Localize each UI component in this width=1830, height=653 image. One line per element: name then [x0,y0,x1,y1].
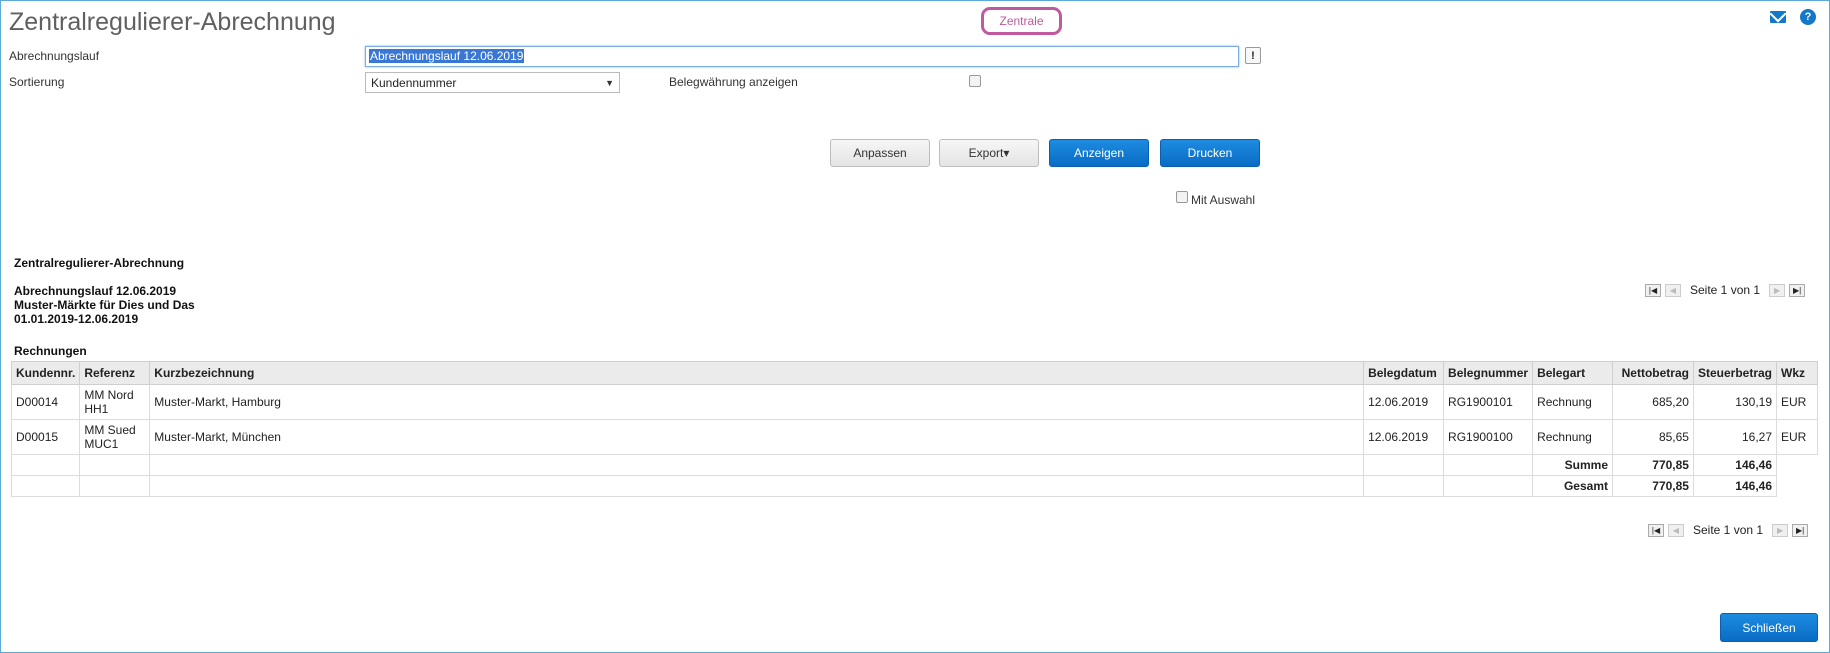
mit-auswahl-checkbox[interactable] [1176,191,1188,203]
report-period: 01.01.2019-12.06.2019 [14,312,139,326]
report-company: Muster-Märkte für Dies und Das [14,298,195,312]
col-kundennr[interactable]: Kundennr. [10,361,81,385]
gesamt-netto: 770,85 [1612,475,1694,497]
cell-empty [1443,454,1534,476]
ref-line: HH1 [84,402,109,416]
cell-empty [1777,476,1818,497]
top-icons: ? [1770,9,1816,25]
page-title: Zentralregulierer-Abrechnung [9,8,336,36]
summe-steuer: 146,46 [1692,454,1778,476]
currency-label: Belegwährung anzeigen [669,75,798,89]
col-belegnummer[interactable]: Belegnummer [1443,361,1534,385]
sort-label: Sortierung [9,75,65,89]
sort-select[interactable]: Kundennummer ▼ [365,72,620,93]
cell-belegdatum: 12.06.2019 [1363,419,1445,455]
col-belegdatum[interactable]: Belegdatum [1363,361,1445,385]
window-frame [0,0,1830,653]
close-button[interactable]: Schließen [1720,613,1818,642]
cell-steuer: 130,19 [1692,384,1778,420]
export-button[interactable]: Export▾ [939,139,1039,167]
cell-empty [1443,475,1534,497]
table-row[interactable]: D00015 MM Sued MUC1 Muster-Markt, München… [10,419,1818,455]
cell-empty [79,475,151,497]
mit-auswahl-label: Mit Auswahl [1191,193,1256,207]
prev-page-icon[interactable]: ◀ [1665,283,1681,297]
cell-empty [1777,455,1818,476]
col-kurzbez[interactable]: Kurzbezeichnung [149,361,1365,385]
col-netto[interactable]: Nettobetrag [1612,361,1694,385]
cell-empty [1363,454,1445,476]
cell-empty [1363,475,1445,497]
first-page-icon[interactable]: |◀ [1645,283,1661,297]
cell-empty [149,475,1365,497]
cell-kurzbez: Muster-Markt, Hamburg [149,384,1365,420]
table-row[interactable]: D00014 MM Nord HH1 Muster-Markt, Hamburg … [10,384,1818,420]
anpassen-button[interactable]: Anpassen [830,139,930,167]
table-header-row: Kundennr. Referenz Kurzbezeichnung Beleg… [10,361,1818,385]
ref-line: MM Sued [84,423,136,437]
chevron-down-icon: ▼ [605,77,614,88]
cell-steuer: 16,27 [1692,419,1778,455]
report-run: Abrechnungslauf 12.06.2019 [14,284,177,298]
prev-page-icon[interactable]: ◀ [1668,523,1684,537]
cell-kundennr: D00014 [10,384,81,420]
report-title: Zentralregulierer-Abrechnung [14,256,185,270]
cell-wkz: EUR [1776,384,1818,420]
summe-netto: 770,85 [1612,454,1694,476]
cell-belegdatum: 12.06.2019 [1363,384,1445,420]
last-page-icon[interactable]: ▶| [1792,523,1809,537]
cell-referenz: MM Nord HH1 [79,384,151,420]
summe-row: Summe 770,85 146,46 [10,454,1818,476]
col-steuer[interactable]: Steuerbetrag [1692,361,1778,385]
last-page-icon[interactable]: ▶| [1789,283,1806,297]
page-info: Seite 1 von 1 [1690,283,1761,297]
cell-belegnummer: RG1900101 [1443,384,1534,420]
cell-belegnummer: RG1900100 [1443,419,1534,455]
col-referenz[interactable]: Referenz [79,361,151,385]
gesamt-label: Gesamt [1532,475,1613,497]
run-label: Abrechnungslauf [9,49,100,63]
cell-wkz: EUR [1776,419,1818,455]
drucken-button[interactable]: Drucken [1160,139,1260,167]
ref-line: MM Nord [84,388,134,402]
cell-belegart: Rechnung [1532,419,1613,455]
cell-empty [79,454,151,476]
cell-netto: 85,65 [1612,419,1694,455]
gesamt-row: Gesamt 770,85 146,46 [10,475,1818,497]
cell-empty [10,475,81,497]
pager-top: |◀ ◀ Seite 1 von 1 ▶ ▶| [1645,283,1806,297]
ref-line: MUC1 [84,437,119,451]
cell-referenz: MM Sued MUC1 [79,419,151,455]
run-input[interactable]: Abrechnungslauf 12.06.2019 [365,46,1239,67]
invoice-table: Kundennr. Referenz Kurzbezeichnung Beleg… [10,361,1818,497]
next-page-icon[interactable]: ▶ [1769,283,1786,297]
first-page-icon[interactable]: |◀ [1648,523,1664,537]
pager-bottom: |◀ ◀ Seite 1 von 1 ▶ ▶| [1648,523,1809,537]
cell-belegart: Rechnung [1532,384,1613,420]
cell-kundennr: D00015 [10,419,81,455]
exclamation-button[interactable]: ! [1245,47,1261,64]
summe-label: Summe [1532,454,1613,476]
anzeigen-button[interactable]: Anzeigen [1049,139,1149,167]
cell-netto: 685,20 [1612,384,1694,420]
currency-checkbox[interactable] [969,75,981,87]
gesamt-steuer: 146,46 [1692,475,1778,497]
sort-select-value: Kundennummer [371,75,457,90]
cell-empty [10,454,81,476]
cell-kurzbez: Muster-Markt, München [149,419,1365,455]
mail-icon[interactable] [1770,11,1786,23]
cell-empty [149,454,1365,476]
report-section: Rechnungen [14,344,87,358]
col-belegart[interactable]: Belegart [1532,361,1613,385]
zentrale-badge[interactable]: Zentrale [981,7,1062,35]
help-icon[interactable]: ? [1800,9,1816,25]
col-wkz[interactable]: Wkz [1776,361,1818,385]
next-page-icon[interactable]: ▶ [1772,523,1789,537]
run-input-value: Abrechnungslauf 12.06.2019 [369,49,525,63]
page-info: Seite 1 von 1 [1693,523,1764,537]
